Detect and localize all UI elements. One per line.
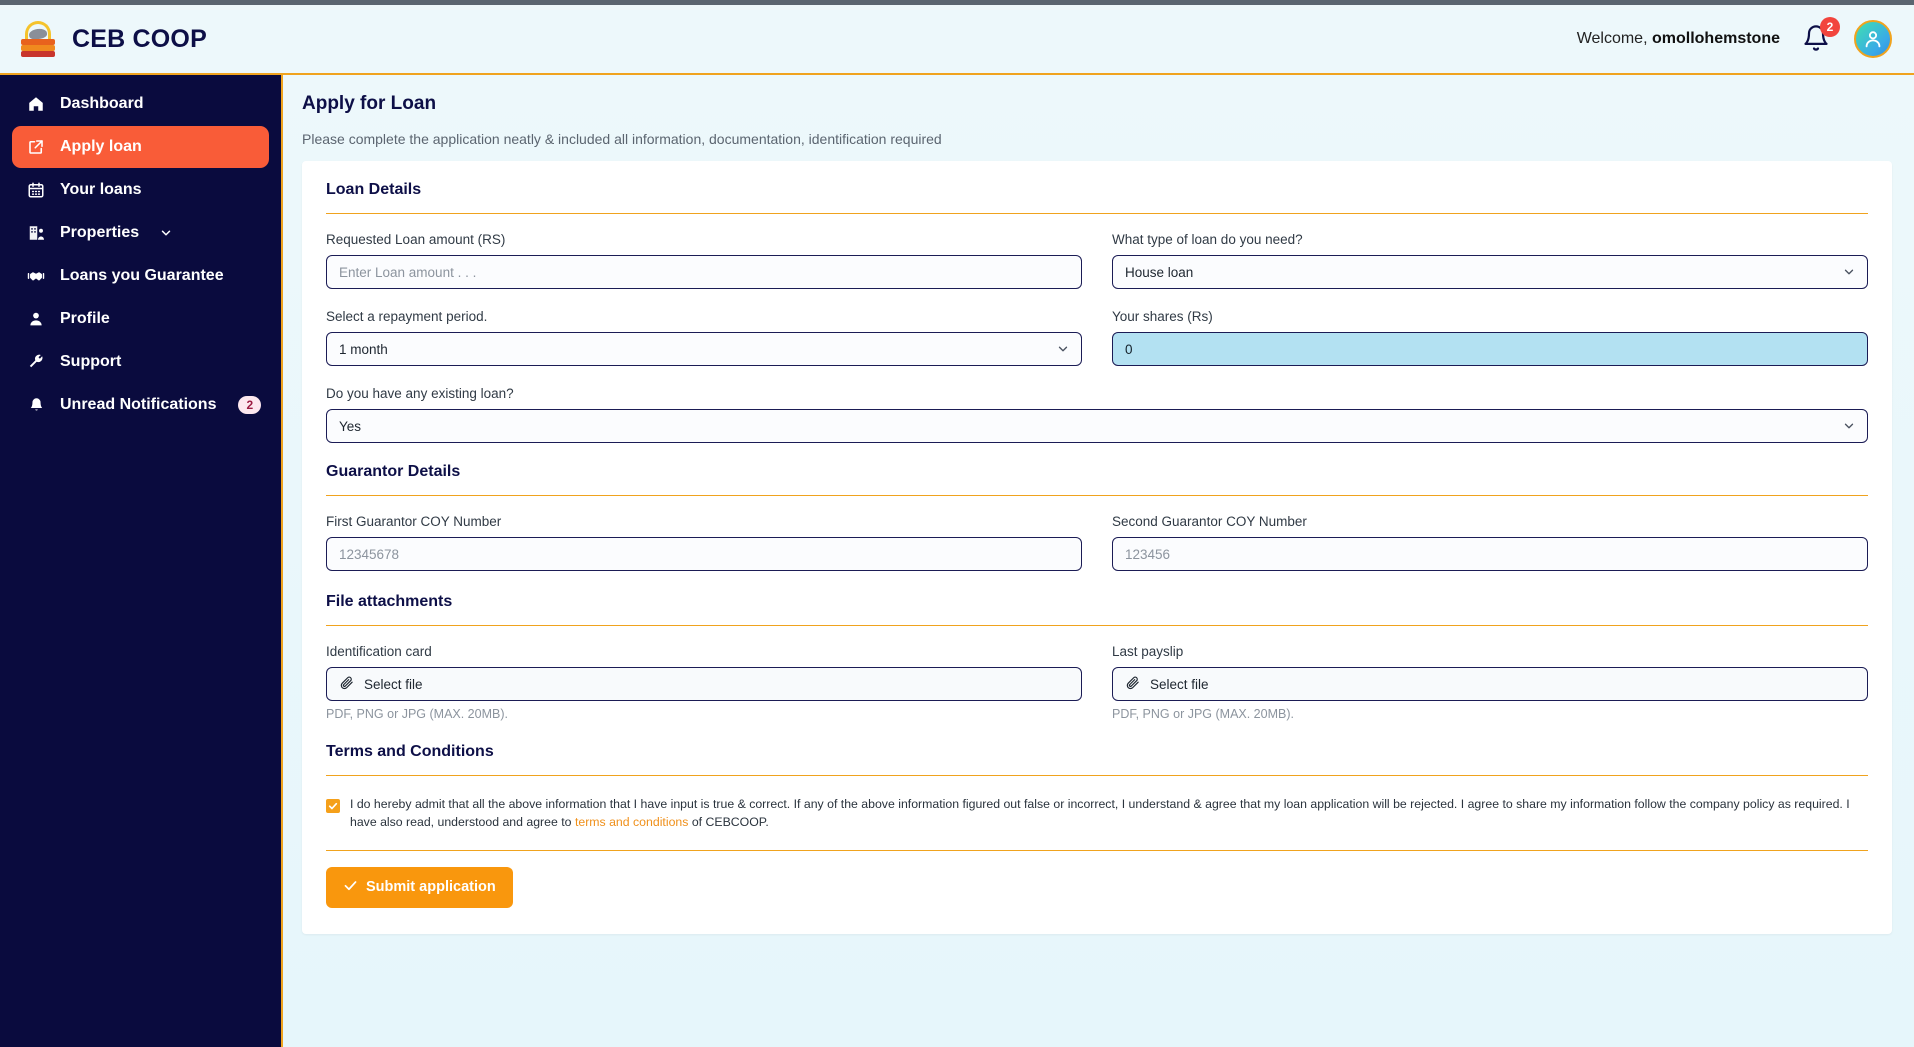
sidebar-item-support[interactable]: Support xyxy=(12,341,269,383)
section-divider xyxy=(326,849,1868,851)
your-shares-input xyxy=(1112,332,1868,366)
last-payslip-label: Last payslip xyxy=(1112,644,1184,659)
sidebar-item-dashboard[interactable]: Dashboard xyxy=(12,83,269,125)
page-subtitle: Please complete the application neatly &… xyxy=(302,131,942,147)
terms-text-after: of CEBCOOP. xyxy=(688,814,769,829)
select-file-label: Select file xyxy=(1150,676,1209,692)
bell-icon xyxy=(1802,25,1830,57)
paperclip-icon xyxy=(339,675,354,693)
sidebar-item-label: Support xyxy=(60,353,122,370)
loan-amount-label: Requested Loan amount (RS) xyxy=(326,232,506,247)
first-guarantor-label: First Guarantor COY Number xyxy=(326,514,502,529)
page-title: Apply for Loan xyxy=(302,93,437,114)
terms-and-conditions-link[interactable]: terms and conditions xyxy=(575,815,688,829)
calendar-icon xyxy=(26,180,46,200)
loan-amount-input[interactable] xyxy=(326,255,1082,289)
guarantor-details-heading: Guarantor Details xyxy=(326,463,461,480)
paperclip-icon xyxy=(1125,675,1140,693)
field-identification-card: Identification card Select file PDF, PNG… xyxy=(326,644,1082,721)
terms-acceptance-row: I do hereby admit that all the above inf… xyxy=(326,794,1868,844)
sidebar-item-label: Dashboard xyxy=(60,95,144,112)
terms-text: I do hereby admit that all the above inf… xyxy=(350,796,1868,832)
sidebar: Dashboard Apply loan Your loans Properti… xyxy=(0,75,283,1047)
app-body: Dashboard Apply loan Your loans Properti… xyxy=(0,75,1914,1047)
section-divider xyxy=(326,213,1868,214)
main-content: Apply for Loan Please complete the appli… xyxy=(283,75,1914,1047)
sidebar-item-label: Your loans xyxy=(60,181,142,198)
unread-count-badge: 2 xyxy=(238,396,262,414)
section-divider xyxy=(326,625,1868,626)
file-attachments-heading: File attachments xyxy=(326,593,453,610)
check-icon xyxy=(343,878,358,897)
header-actions: Welcome, omollohemstone 2 xyxy=(1577,17,1892,58)
sidebar-item-label: Loans you Guarantee xyxy=(60,267,224,284)
second-guarantor-input[interactable] xyxy=(1112,537,1868,571)
sidebar-item-loans-you-guarantee[interactable]: Loans you Guarantee xyxy=(12,255,269,297)
identification-card-label: Identification card xyxy=(326,644,432,659)
brand-title: CEB COOP xyxy=(72,24,207,53)
terms-checkbox[interactable] xyxy=(326,799,340,813)
field-repayment-period: Select a repayment period. 1 month xyxy=(326,309,1082,366)
field-existing-loan: Do you have any existing loan? Yes xyxy=(326,386,1868,443)
bell-badge: 2 xyxy=(1820,17,1840,37)
last-payslip-help: PDF, PNG or JPG (MAX. 20MB). xyxy=(1112,707,1294,721)
field-second-guarantor: Second Guarantor COY Number xyxy=(1112,514,1868,571)
loan-details-row-1: Requested Loan amount (RS) What type of … xyxy=(326,232,1868,309)
repayment-period-select[interactable]: 1 month xyxy=(326,332,1082,366)
field-last-payslip: Last payslip Select file PDF, PNG or JPG… xyxy=(1112,644,1868,721)
your-shares-label: Your shares (Rs) xyxy=(1112,309,1213,324)
sidebar-item-label: Unread Notifications xyxy=(60,396,217,413)
loan-type-label: What type of loan do you need? xyxy=(1112,232,1303,247)
repayment-period-label: Select a repayment period. xyxy=(326,309,488,324)
loan-type-select[interactable]: House loan xyxy=(1112,255,1868,289)
username: omollohemstone xyxy=(1651,30,1780,47)
loan-details-row-2: Select a repayment period. 1 month Your … xyxy=(326,309,1868,386)
handshake-icon xyxy=(26,266,46,286)
building-icon xyxy=(26,223,46,243)
welcome-prefix: Welcome, xyxy=(1576,30,1648,47)
avatar[interactable] xyxy=(1854,20,1892,58)
guarantor-row: First Guarantor COY Number Second Guaran… xyxy=(326,514,1868,591)
sidebar-item-label: Properties xyxy=(60,224,140,241)
brand[interactable]: CEB COOP xyxy=(18,19,207,59)
sidebar-item-properties[interactable]: Properties xyxy=(12,212,269,254)
loan-application-form: Loan Details Requested Loan amount (RS) … xyxy=(302,161,1892,934)
existing-loan-select[interactable]: Yes xyxy=(326,409,1868,443)
loan-details-heading: Loan Details xyxy=(326,181,422,198)
last-payslip-select-file-button[interactable]: Select file xyxy=(1112,667,1868,701)
sidebar-item-your-loans[interactable]: Your loans xyxy=(12,169,269,211)
file-attachments-row: Identification card Select file PDF, PNG… xyxy=(326,644,1868,741)
external-link-icon xyxy=(26,137,46,157)
field-first-guarantor: First Guarantor COY Number xyxy=(326,514,1082,571)
notification-bell-button[interactable]: 2 xyxy=(1802,17,1840,57)
second-guarantor-label: Second Guarantor COY Number xyxy=(1112,514,1307,529)
select-file-label: Select file xyxy=(364,676,423,692)
person-icon xyxy=(26,309,46,329)
existing-loan-label: Do you have any existing loan? xyxy=(326,386,514,401)
terms-heading: Terms and Conditions xyxy=(326,743,494,760)
chevron-down-icon xyxy=(159,226,173,240)
field-loan-type: What type of loan do you need? House loa… xyxy=(1112,232,1868,289)
sidebar-item-apply-loan[interactable]: Apply loan xyxy=(12,126,269,168)
wrench-icon xyxy=(26,352,46,372)
identification-card-help: PDF, PNG or JPG (MAX. 20MB). xyxy=(326,707,508,721)
identification-card-select-file-button[interactable]: Select file xyxy=(326,667,1082,701)
field-loan-amount: Requested Loan amount (RS) xyxy=(326,232,1082,289)
submit-application-label: Submit application xyxy=(366,879,496,896)
bell-icon xyxy=(26,395,46,415)
sidebar-item-label: Profile xyxy=(60,310,110,327)
sidebar-item-profile[interactable]: Profile xyxy=(12,298,269,340)
welcome-text: Welcome, omollohemstone xyxy=(1577,30,1780,48)
field-your-shares: Your shares (Rs) xyxy=(1112,309,1868,366)
first-guarantor-input[interactable] xyxy=(326,537,1082,571)
app-header: CEB COOP Welcome, omollohemstone 2 xyxy=(0,5,1914,75)
coop-books-logo xyxy=(18,19,58,59)
section-divider xyxy=(326,495,1868,496)
home-icon xyxy=(26,94,46,114)
submit-application-button[interactable]: Submit application xyxy=(326,866,513,908)
section-divider xyxy=(326,775,1868,776)
sidebar-item-unread-notifications[interactable]: Unread Notifications 2 xyxy=(12,384,269,426)
sidebar-item-label: Apply loan xyxy=(60,138,142,155)
